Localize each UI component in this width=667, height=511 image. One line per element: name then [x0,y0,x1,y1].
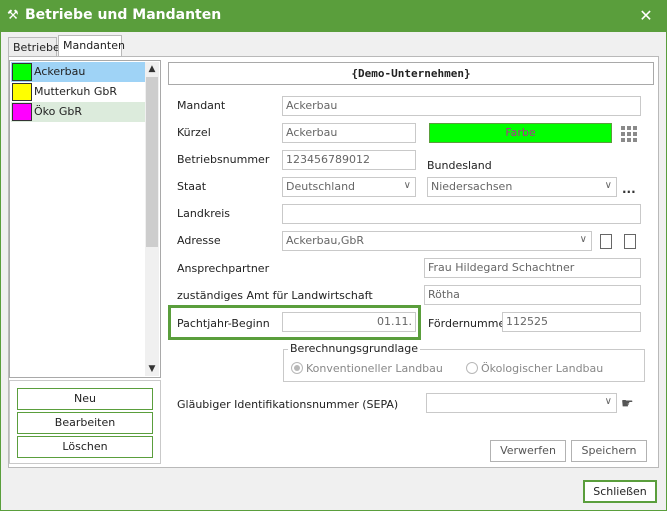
foerdernummer-label: Fördernummer [428,317,510,330]
tab-mandanten[interactable]: Mandanten [58,35,125,57]
more-options-icon[interactable]: ... [622,182,636,196]
close-button[interactable]: ✕ [638,7,654,25]
list-item[interactable]: Mutterkuh GbR [11,82,146,102]
landkreis-field[interactable] [282,204,641,224]
address-list-icon[interactable] [600,234,612,249]
foerdernummer-field[interactable]: 112525 [502,312,641,332]
chevron-down-icon[interactable]: ▼ [145,362,159,376]
list-item-label: Öko GbR [34,105,83,118]
new-document-icon[interactable] [624,234,636,249]
pachtjahr-field[interactable]: 01.11. [282,312,416,332]
scroll-thumb[interactable] [146,77,158,247]
ansprechpartner-field[interactable]: Frau Hildegard Schachtner [424,258,641,278]
list-item-label: Ackerbau [34,65,86,78]
schliessen-button[interactable]: Schließen [583,480,657,503]
ansprechpartner-label: Ansprechpartner [177,262,270,275]
bundesland-label: Bundesland [427,159,492,172]
chevron-down-icon: ∨ [604,396,612,407]
staat-select[interactable]: Deutschland ∨ [282,177,416,197]
verwerfen-button[interactable]: Verwerfen [490,440,566,462]
list-actions: Neu Bearbeiten Löschen [9,380,161,464]
list-item[interactable]: Öko GbR [11,102,146,122]
kuerzel-label: Kürzel [177,126,211,139]
tools-icon: ⚒ [7,8,19,23]
palette-icon[interactable] [621,126,637,142]
list-item-label: Mutterkuh GbR [34,85,117,98]
staat-label: Staat [177,180,207,193]
list-scrollbar[interactable]: ▲ ▼ [145,62,159,376]
betriebsnummer-label: Betriebsnummer [177,153,270,166]
adresse-label: Adresse [177,234,221,247]
color-swatch [12,103,32,121]
title-bar[interactable]: ⚒ Betriebe und Mandanten ✕ [1,1,666,32]
bearbeiten-button[interactable]: Bearbeiten [17,412,153,434]
company-header: {Demo-Unternehmen} [168,62,654,85]
chevron-down-icon: ∨ [579,234,587,245]
berechnung-title: Berechnungsgrundlage [288,342,420,355]
oekologisch-radio[interactable] [466,362,478,374]
betriebsnummer-field[interactable]: 123456789012 [282,150,416,170]
adresse-select[interactable]: Ackerbau,GbR ∨ [282,231,592,251]
tab-betriebe[interactable]: Betriebe [8,37,60,57]
color-swatch [12,63,32,81]
amt-label: zuständiges Amt für Landwirtschaft [177,289,373,302]
color-swatch [12,83,32,101]
loeschen-button[interactable]: Löschen [17,436,153,458]
kuerzel-field[interactable]: Ackerbau [282,123,416,143]
pachtjahr-label: Pachtjahr-Beginn [177,317,270,330]
mandant-label: Mandant [177,99,226,112]
staat-value: Deutschland [286,180,356,193]
konventionell-radio[interactable] [291,362,303,374]
chevron-up-icon[interactable]: ▲ [145,62,159,76]
amt-field[interactable]: Rötha [424,285,641,305]
oekologisch-label: Ökologischer Landbau [481,362,604,375]
chevron-down-icon: ∨ [604,180,612,191]
chevron-down-icon: ∨ [403,180,411,191]
window-title: Betriebe und Mandanten [25,7,222,23]
sepa-label: Gläubiger Identifikationsnummer (SEPA) [177,398,399,411]
adresse-value: Ackerbau,GbR [286,234,364,247]
landkreis-label: Landkreis [177,207,231,220]
sepa-select[interactable]: ∨ [426,393,617,413]
list-item[interactable]: Ackerbau [11,62,146,82]
mandanten-list[interactable]: Ackerbau Mutterkuh GbR Öko GbR ▲ ▼ [9,60,161,378]
konventionell-label: Konventioneller Landbau [306,362,443,375]
bundesland-value: Niedersachsen [431,180,513,193]
bundesland-select[interactable]: Niedersachsen ∨ [427,177,617,197]
color-picker-field[interactable]: Farbe [429,123,612,143]
pointing-hand-icon[interactable]: ☛ [621,396,634,412]
speichern-button[interactable]: Speichern [571,440,647,462]
neu-button[interactable]: Neu [17,388,153,410]
mandant-field[interactable]: Ackerbau [282,96,641,116]
